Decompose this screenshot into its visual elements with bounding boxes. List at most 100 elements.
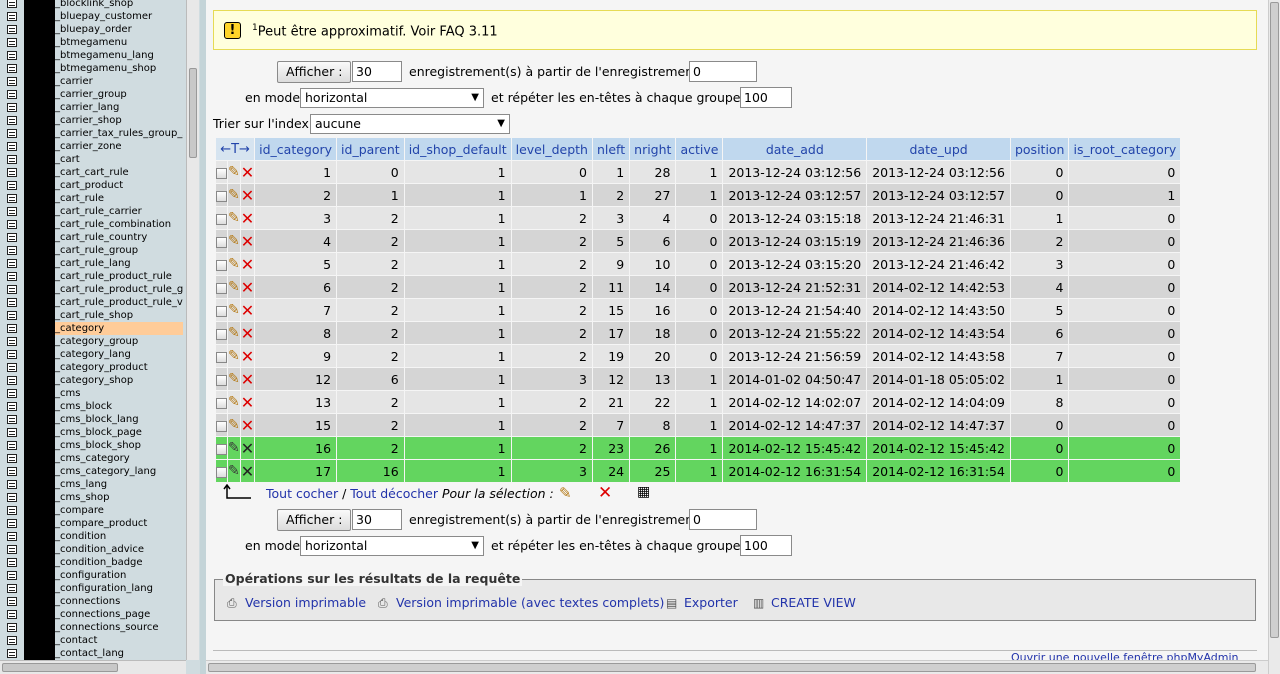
row-delete-cell[interactable]: ✕ [240,253,255,275]
sidebar-table-item[interactable]: _condition_advice [0,543,186,556]
sidebar-table-item[interactable]: _configuration [0,569,186,582]
row-edit-cell[interactable]: ✎ [228,414,240,436]
sidebar-table-label[interactable]: _carrier_group [55,88,183,101]
sidebar-table-label[interactable]: _category_lang [55,348,183,361]
row-edit-cell[interactable]: ✎ [228,230,240,252]
sidebar-table-item[interactable]: _carrier_tax_rules_group_shop [0,127,186,140]
mode-select-top[interactable]: horizontal ▼ [300,88,484,108]
sidebar-table-item[interactable]: _cms_lang [0,478,186,491]
column-header[interactable]: id_parent [337,138,404,160]
repeat-input-top[interactable]: 100 [740,87,792,108]
column-header[interactable]: id_category [255,138,337,160]
sidebar-table-label[interactable]: _carrier_tax_rules_group_shop [55,127,183,140]
row-checkbox-cell[interactable] [216,299,227,321]
sidebar-table-item[interactable]: _carrier_lang [0,101,186,114]
table-row[interactable]: ✎ ✕ 5 2 1 2 9 10 0 2013-12-24 03:15:20 2013-12-24 … [216,253,1181,275]
sidebar-table-item[interactable]: _cms_block_page [0,426,186,439]
table-browse-icon[interactable] [7,532,17,541]
row-checkbox-cell[interactable] [216,414,227,436]
table-browse-icon[interactable] [7,311,17,320]
table-browse-icon[interactable] [7,155,17,164]
sidebar-table-label[interactable]: _category_group [55,335,183,348]
sidebar-table-item[interactable]: _bluepay_order [0,23,186,36]
edit-pencil-icon[interactable]: ✎ [228,210,240,226]
table-browse-icon[interactable] [7,480,17,489]
table-browse-icon[interactable] [7,610,17,619]
table-browse-icon[interactable] [7,467,17,476]
row-checkbox[interactable] [216,466,227,478]
edit-pencil-icon[interactable]: ✎ [228,348,240,364]
row-checkbox-cell[interactable] [216,207,227,229]
main-vertical-scrollbar[interactable] [1268,0,1280,674]
repeat-input-bottom[interactable]: 100 [740,535,792,556]
sidebar-table-label[interactable]: _cart_rule_combination [55,218,183,231]
sidebar-table-item[interactable]: _cms_block_lang [0,413,186,426]
edit-pencil-icon[interactable]: ✎ [228,302,240,318]
sidebar-table-label[interactable]: _compare_product [55,517,183,530]
sidebar-table-item[interactable]: _cart_rule_combination [0,218,186,231]
sidebar-table-label[interactable]: _carrier_lang [55,101,183,114]
row-checkbox-cell[interactable] [216,368,227,390]
row-checkbox[interactable] [216,443,227,455]
show-button-bottom[interactable]: Afficher : [277,509,352,531]
sidebar-table-label[interactable]: _bluepay_customer [55,10,183,23]
table-row[interactable]: ✎ ✕ 7 2 1 2 15 16 0 2013-12-24 21:54:40 2014-02-12… [216,299,1181,321]
table-browse-icon[interactable] [7,207,17,216]
table-browse-icon[interactable] [7,272,17,281]
row-checkbox-cell[interactable] [216,391,227,413]
delete-icon[interactable]: ✕ [241,278,254,297]
sidebar-table-label[interactable]: _cms_lang [55,478,183,491]
main-horizontal-scrollbar[interactable] [206,660,1268,674]
table-browse-icon[interactable] [7,441,17,450]
edit-pencil-icon[interactable]: ✎ [228,325,240,341]
delete-icon[interactable]: ✕ [241,416,254,435]
row-edit-cell[interactable]: ✎ [228,368,240,390]
row-delete-cell[interactable]: ✕ [240,414,255,436]
sidebar-table-item[interactable]: _cart_rule_lang [0,257,186,270]
sidebar-table-label[interactable]: _cart_rule_product_rule_group [55,283,183,296]
table-browse-icon[interactable] [7,571,17,580]
sidebar-table-item[interactable]: _connections [0,595,186,608]
sidebar-table-item[interactable]: _bluepay_customer [0,10,186,23]
row-checkbox-cell[interactable] [216,345,227,367]
sidebar-table-item[interactable]: _btmegamenu_lang [0,49,186,62]
table-row[interactable]: ✎ ✕ 17 16 1 3 24 25 1 2014-02-12 16:31:54 2014-02-… [216,460,1181,482]
table-browse-icon[interactable] [7,103,17,112]
row-delete-cell[interactable]: ✕ [240,230,255,252]
sidebar-table-item[interactable]: _blocklink_shop [0,0,186,10]
sidebar-table-label[interactable]: _contact_lang [55,647,183,660]
row-checkbox[interactable] [216,328,227,340]
table-row[interactable]: ✎ ✕ 4 2 1 2 5 6 0 2013-12-24 03:15:19 2013-12-24 2… [216,230,1181,252]
table-browse-icon[interactable] [7,38,17,47]
sidebar-table-label[interactable]: _connections [55,595,183,608]
table-row[interactable]: ✎ ✕ 9 2 1 2 19 20 0 2013-12-24 21:56:59 2014-02-12… [216,345,1181,367]
table-row[interactable]: ✎ ✕ 8 2 1 2 17 18 0 2013-12-24 21:55:22 2014-02-12… [216,322,1181,344]
sidebar-table-label[interactable]: _connections_source [55,621,183,634]
sidebar-table-label[interactable]: _cart_rule_country [55,231,183,244]
start-input-top[interactable]: 0 [689,61,757,82]
show-button-top[interactable]: Afficher : [277,61,352,83]
row-checkbox-cell[interactable] [216,230,227,252]
column-header[interactable]: is_root_category [1069,138,1181,160]
table-row[interactable]: ✎ ✕ 2 1 1 1 2 27 1 2013-12-24 03:12:57 2013-12-24 … [216,184,1181,206]
sidebar-table-label[interactable]: _cart_rule_carrier [55,205,183,218]
row-delete-cell[interactable]: ✕ [240,276,255,298]
sidebar-table-item[interactable]: _cms_category_lang [0,465,186,478]
check-all-link[interactable]: Tout cocher [266,486,338,501]
table-browse-icon[interactable] [7,584,17,593]
table-browse-icon[interactable] [7,194,17,203]
edit-pencil-icon[interactable]: ✎ [228,371,240,387]
sidebar-table-label[interactable]: _category_product [55,361,183,374]
delete-icon[interactable]: ✕ [241,186,254,205]
row-checkbox[interactable] [216,259,227,271]
table-browse-icon[interactable] [7,649,17,658]
table-browse-icon[interactable] [7,233,17,242]
sidebar-table-item[interactable]: _cart_rule_shop [0,309,186,322]
row-delete-cell[interactable]: ✕ [240,322,255,344]
table-row[interactable]: ✎ ✕ 15 2 1 2 7 8 1 2014-02-12 14:47:37 2014-02-12 … [216,414,1181,436]
sidebar-table-label[interactable]: _cart_rule_product_rule [55,270,183,283]
row-checkbox[interactable] [216,397,227,409]
nav-hscroll-thumb[interactable] [2,663,118,672]
sidebar-table-item[interactable]: _category_shop [0,374,186,387]
column-header[interactable]: position [1010,138,1069,160]
